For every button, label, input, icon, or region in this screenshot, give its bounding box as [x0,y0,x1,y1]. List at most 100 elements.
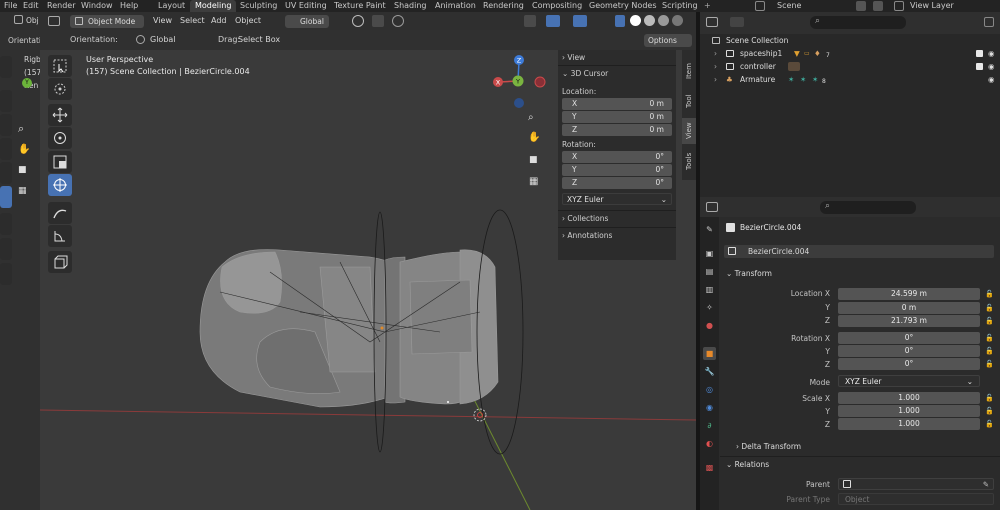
add-cube-tool[interactable] [48,251,72,273]
overlay-toggle-icon[interactable] [573,15,587,27]
gizmo-toggle-icon[interactable] [546,15,560,27]
add-workspace-icon[interactable]: + [704,0,711,12]
relations-section-header[interactable]: ⌄ Relations [726,460,769,469]
tab-texture-paint[interactable]: Texture Paint [334,0,386,12]
scale-x-field[interactable]: 1.000 [838,392,980,404]
view-section-header[interactable]: › View [562,53,585,62]
select-tool-partial[interactable] [0,56,12,78]
transform-tool[interactable] [48,174,72,196]
select-box-tool[interactable] [48,55,72,77]
menu-file[interactable]: File [4,0,17,12]
scene-selector-icon[interactable] [755,1,765,11]
lock-location-y-icon[interactable]: 🔓 [985,304,994,312]
menu-view[interactable]: View [153,12,172,30]
editor-type-icon[interactable] [48,16,60,26]
material-shading-icon[interactable] [644,15,655,26]
view-layer-icon[interactable] [894,1,904,11]
tab-scripting[interactable]: Scripting [662,0,698,12]
collections-section-header[interactable]: › Collections [562,214,608,223]
tab-modeling[interactable]: Modeling [190,0,237,12]
location-z-field[interactable]: 21.793 m [838,315,980,327]
annotations-section-header[interactable]: › Annotations [562,231,612,240]
object-name-field[interactable]: BezierCircle.004 [724,245,994,258]
expand-arrow-icon[interactable]: › [714,73,717,86]
menu-edit[interactable]: Edit [23,0,39,12]
options-dropdown[interactable]: Options [644,34,692,47]
menu-window[interactable]: Window [81,0,113,12]
outliner-editor-type-icon[interactable] [706,17,718,27]
grid-icon[interactable]: ▦ [18,186,27,196]
eye-icon[interactable]: ◉ [988,60,995,73]
lock-rotation-z-icon[interactable]: 🔓 [985,360,994,368]
lock-scale-x-icon[interactable]: 🔓 [985,394,994,402]
outliner-row-spaceship1[interactable]: › spaceship1 ▼ ▭ ♦ 7 ◉ [700,47,1000,60]
pivot-icon[interactable] [352,15,364,27]
scale-tool-partial[interactable] [0,162,12,184]
zoom-view-icon[interactable]: ⌕ [528,112,534,123]
wireframe-shading-icon[interactable] [658,15,669,26]
cursor-section-header[interactable]: ⌄ 3D Cursor [562,69,608,78]
tab-geometry-nodes[interactable]: Geometry Nodes [589,0,656,12]
tool-tab-icon[interactable]: ✎ [703,223,716,236]
visibility-icon[interactable] [524,15,536,27]
lock-scale-z-icon[interactable]: 🔓 [985,420,994,428]
annotate-tool[interactable] [48,202,72,224]
cursor-location-y-field[interactable]: Y 0 m [562,111,672,123]
lock-rotation-x-icon[interactable]: 🔓 [985,334,994,342]
expand-arrow-icon[interactable]: › [714,47,717,60]
tab-tool[interactable]: Tool [682,90,696,112]
measure-tool[interactable] [48,225,72,247]
xray-icon[interactable] [615,15,625,27]
properties-editor-type-icon[interactable] [706,202,718,212]
particles-tab-icon[interactable]: ◎ [703,383,716,396]
drag-dropdown[interactable]: Select Box [238,30,280,50]
filter-icon[interactable] [984,17,994,27]
annotate-tool-partial[interactable] [0,213,12,235]
scene-name[interactable]: Scene [777,0,801,12]
tab-tools[interactable]: Tools [682,148,696,174]
menu-add[interactable]: Add [211,12,227,30]
parent-field[interactable]: ✎ [838,478,994,490]
object-tab-icon[interactable]: ■ [703,347,716,360]
scene-tab-icon[interactable]: ✧ [703,301,716,314]
rotation-x-field[interactable]: 0° [838,332,980,344]
transform-section-header[interactable]: ⌄ Transform [726,269,772,278]
world-tab-icon[interactable]: ● [703,319,716,332]
rotation-mode-dropdown[interactable]: XYZ Euler ⌄ [838,375,980,387]
display-mode-icon[interactable] [730,17,744,27]
properties-search-input[interactable]: ⌕ [820,201,916,214]
rotation-y-field[interactable]: 0° [838,345,980,357]
y-axis-icon[interactable]: Y [22,78,32,88]
snap-icon[interactable] [372,15,384,27]
new-scene-icon[interactable] [856,1,866,11]
outliner-row-controller[interactable]: › controller ◉ [700,60,1000,73]
delta-transform-section-header[interactable]: › Delta Transform [736,442,801,451]
eye-icon[interactable]: ◉ [988,47,995,60]
constraints-tab-icon[interactable]: ∂ [703,419,716,432]
tab-shading[interactable]: Shading [394,0,427,12]
lock-scale-y-icon[interactable]: 🔓 [985,407,994,415]
navigation-gizmo[interactable]: Z X Y [488,52,550,114]
move-tool-partial[interactable] [0,114,12,136]
menu-select[interactable]: Select [180,12,205,30]
lock-location-z-icon[interactable]: 🔓 [985,317,994,325]
pan-hand-icon[interactable]: ✋ [528,132,540,143]
view-layer-tab-icon[interactable]: ▥ [703,283,716,296]
move-tool[interactable] [48,104,72,126]
tab-animation[interactable]: Animation [435,0,476,12]
tab-item[interactable]: Item [682,60,696,82]
scale-z-field[interactable]: 1.000 [838,418,980,430]
tab-rendering[interactable]: Rendering [483,0,524,12]
location-y-field[interactable]: 0 m [838,302,980,314]
camera-view-icon[interactable]: ■ [529,155,538,165]
transform-orientation-dropdown[interactable]: Global [285,15,329,28]
eyedropper-icon[interactable]: ✎ [983,479,989,491]
data-tab-icon[interactable]: ◐ [703,437,716,450]
eye-icon[interactable]: ◉ [988,73,995,86]
scale-tool[interactable] [48,151,72,173]
tab-sculpting[interactable]: Sculpting [240,0,277,12]
physics-tab-icon[interactable]: ◉ [703,401,716,414]
rotate-tool[interactable] [48,127,72,149]
camera-icon[interactable]: ■ [18,165,27,175]
cursor-rotation-y-field[interactable]: Y 0° [562,164,672,176]
